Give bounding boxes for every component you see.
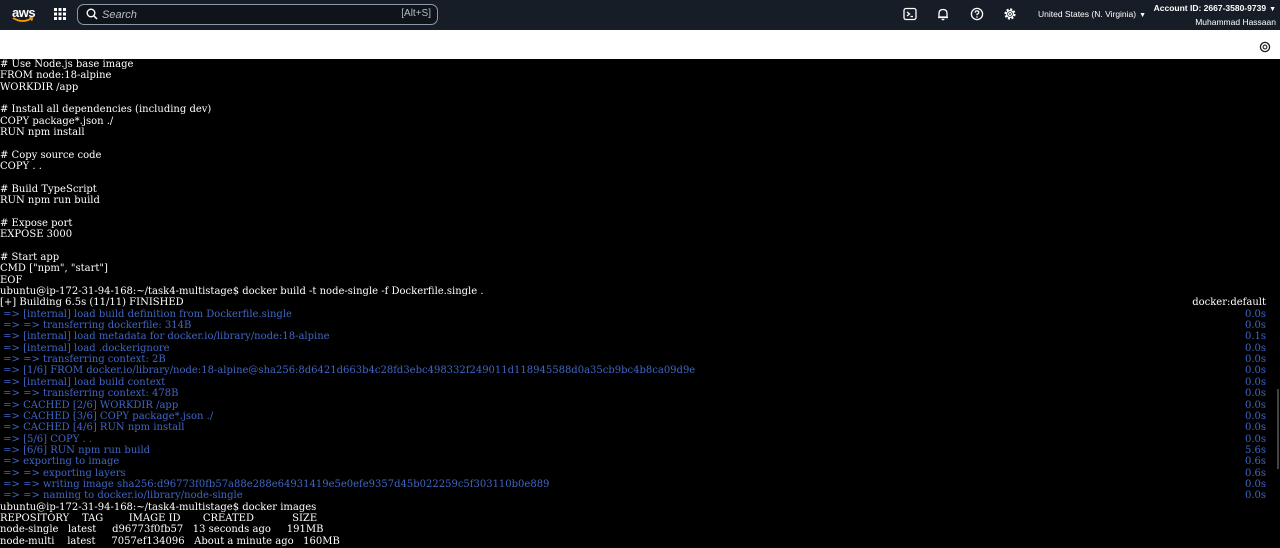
terminal-line: => CACHED [4/6] RUN npm install (0, 422, 185, 433)
terminal-line: ubuntu@ip-172-31-94-168:~/task4-multista… (0, 502, 317, 513)
search-box[interactable]: [Alt+S] (77, 4, 438, 25)
settings-circle-icon[interactable] (1259, 40, 1271, 53)
terminal-output[interactable]: # Use Node.js base image FROM node:18-alp… (0, 59, 1275, 548)
terminal-line: CMD ["npm", "start"] (0, 263, 108, 274)
terminal-line-duration: 0.0s (1244, 490, 1266, 501)
terminal-line: => => transferring dockerfile: 314B (0, 320, 192, 331)
terminal-line: COPY package*.json ./ (0, 116, 114, 127)
terminal-line-duration: 0.0s (1244, 343, 1266, 354)
terminal-line: => [6/6] RUN npm run build (0, 445, 151, 456)
terminal-scrollbar[interactable] (1276, 59, 1280, 548)
terminal-line: node-single latest d96773f0fb57 13 secon… (0, 524, 324, 535)
terminal-line: => [5/6] COPY . . (0, 434, 93, 445)
terminal-line: => => writing image sha256:d96773f0fb57a… (0, 479, 550, 490)
account-id: Account ID: 2667-3580-9739 (1153, 3, 1267, 13)
terminal-line: REPOSITORY TAG IMAGE ID CREATED SIZE (0, 513, 318, 524)
account-menu[interactable]: Account ID: 2667-3580-9739 ▼ Muhammad Has… (1154, 2, 1276, 28)
terminal-line: => CACHED [2/6] WORKDIR /app (0, 400, 179, 411)
terminal-line-duration: 0.0s (1244, 354, 1266, 365)
help-icon[interactable] (970, 7, 984, 21)
terminal-line: # Build TypeScript (0, 184, 97, 195)
gear-icon[interactable] (1003, 7, 1017, 21)
terminal-line: # Start app (0, 252, 60, 263)
terminal-line: => [internal] load build context (0, 377, 166, 388)
aws-logo[interactable]: aws (10, 4, 36, 26)
terminal-line: => [internal] load build definition from… (0, 309, 292, 320)
grid-icon[interactable] (53, 7, 67, 21)
terminal-line: FROM node:18-alpine (0, 70, 112, 81)
terminal-line: # Use Node.js base image (0, 59, 134, 70)
terminal-line: EXPOSE 3000 (0, 229, 73, 240)
terminal-line-duration: 0.0s (1244, 422, 1266, 433)
terminal-line: # Copy source code (0, 150, 102, 161)
terminal-line-duration: 0.0s (1244, 377, 1266, 388)
chevron-down-icon: ▼ (1139, 12, 1147, 19)
terminal-line-duration: 0.0s (1244, 320, 1266, 331)
terminal-line: => => exporting layers (0, 468, 126, 479)
terminal-line-duration: 0.0s (1244, 309, 1266, 320)
search-input[interactable] (102, 6, 382, 23)
terminal-line: # Expose port (0, 218, 73, 229)
terminal-line: => => naming to docker.io/library/node-s… (0, 490, 243, 501)
terminal-line: => => transferring context: 2B (0, 354, 166, 365)
terminal-line: RUN npm install (0, 127, 85, 138)
terminal-line: # Install all dependencies (including de… (0, 104, 212, 115)
terminal-line: RUN npm run build (0, 195, 100, 206)
scrollbar-thumb[interactable] (1277, 389, 1279, 469)
terminal-line: => exporting to image (0, 456, 120, 467)
terminal-line: EOF (0, 275, 23, 286)
bell-icon[interactable] (936, 7, 950, 21)
terminal-line-duration: 5.6s (1244, 445, 1266, 456)
terminal-line: => CACHED [3/6] COPY package*.json ./ (0, 411, 214, 422)
region-selector[interactable]: United States (N. Virginia) ▼ (1038, 9, 1146, 19)
search-shortcut-hint: [Alt+S] (401, 8, 431, 19)
cloudshell-toolbar (0, 30, 1280, 59)
terminal-line-duration: 0.0s (1244, 434, 1266, 445)
terminal-line-duration: 0.6s (1244, 468, 1266, 479)
cloudshell-icon[interactable] (903, 7, 917, 21)
aws-smile-icon (12, 17, 34, 22)
terminal-line: [+] Building 6.5s (11/11) FINISHED (0, 297, 184, 308)
terminal-line-duration: 0.0s (1244, 365, 1266, 376)
terminal-line-duration: 0.0s (1244, 479, 1266, 490)
search-icon (86, 8, 98, 20)
terminal-line: WORKDIR /app (0, 82, 79, 93)
terminal-line: ubuntu@ip-172-31-94-168:~/task4-multista… (0, 286, 484, 297)
terminal-line-duration: 0.0s (1244, 388, 1266, 399)
terminal-line: => [internal] load .dockerignore (0, 343, 170, 354)
terminal-line: => => transferring context: 478B (0, 388, 179, 399)
aws-top-nav: aws [Alt+S] (0, 0, 1280, 30)
region-label: United States (N. Virginia) (1038, 9, 1137, 19)
terminal-line: => [1/6] FROM docker.io/library/node:18-… (0, 365, 696, 376)
terminal-line-duration: 0.6s (1244, 456, 1266, 467)
terminal-line-duration: 0.1s (1244, 331, 1266, 342)
terminal-line: COPY . . (0, 161, 42, 172)
terminal-line-duration: 0.0s (1244, 411, 1266, 422)
terminal-line-duration: 0.0s (1244, 400, 1266, 411)
account-user-name: Muhammad Hassaan (1195, 17, 1276, 27)
terminal-line: => [internal] load metadata for docker.i… (0, 331, 330, 342)
terminal-line: node-multi latest 7057ef134096 About a m… (0, 536, 340, 547)
terminal-line-duration: docker:default (1192, 297, 1266, 308)
chevron-down-icon: ▼ (1269, 6, 1276, 13)
